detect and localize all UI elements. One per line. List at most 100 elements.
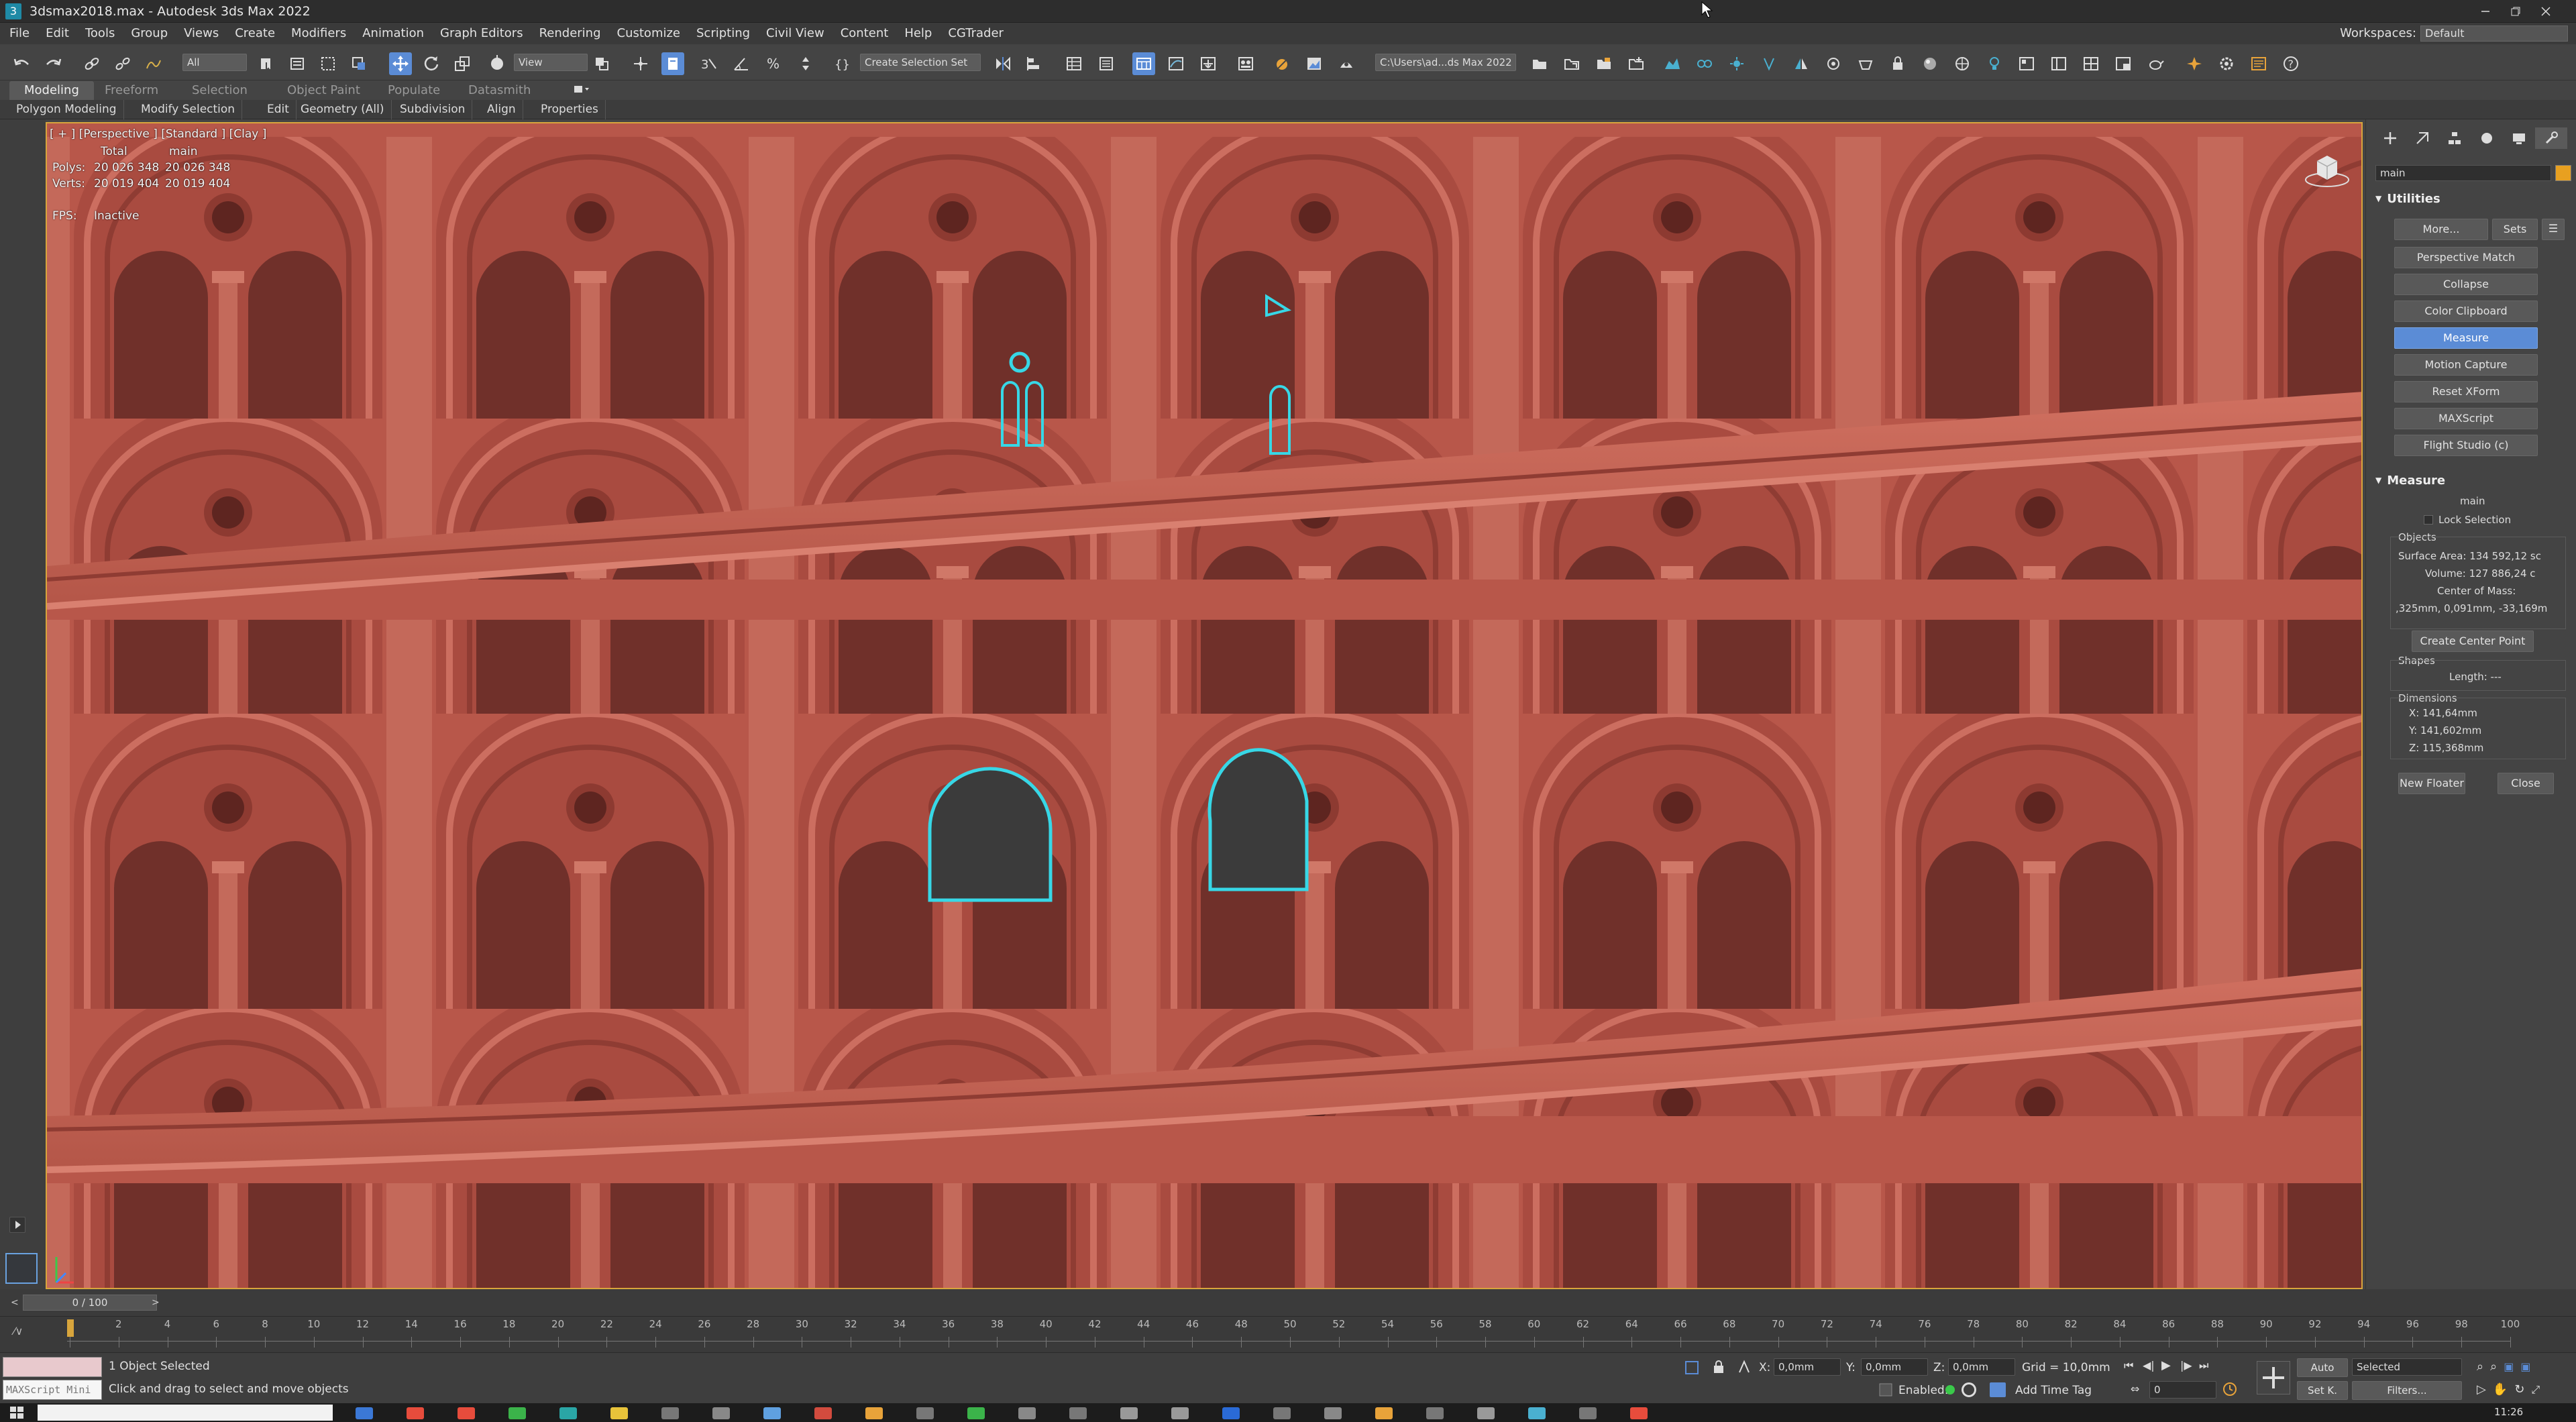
taskbar-app-icon[interactable] [1273,1407,1291,1419]
key-filters-button[interactable]: Filters... [2352,1381,2462,1400]
close-measure-button[interactable]: Close [2498,773,2554,794]
bulb-icon[interactable] [1854,52,1877,75]
window-crossing-icon[interactable] [347,52,370,75]
taskbar-search-box[interactable] [38,1405,333,1421]
orbit-icon[interactable]: ↻ [2514,1382,2524,1397]
redo-button[interactable] [42,52,64,75]
time-tag-icon[interactable] [1990,1382,2006,1397]
current-frame-marker[interactable] [67,1319,74,1337]
viewport-label[interactable]: [ + ] [Perspective ] [Standard ] [Clay ] [50,127,266,141]
ribbon-tab-populate[interactable]: Populate [373,81,455,100]
taskbar-app-icon[interactable] [610,1407,628,1419]
sphere-icon[interactable] [1919,52,1941,75]
time-slider-prev-icon[interactable]: < [11,1295,23,1311]
civil-view-icon[interactable] [1661,52,1684,75]
menu-animation[interactable]: Animation [354,23,432,44]
key-filter-dropdown[interactable]: Selected [2352,1358,2462,1376]
menu-content[interactable]: Content [833,23,897,44]
object-name-field[interactable]: main [2375,165,2551,181]
menu-customize[interactable]: Customize [609,23,688,44]
taskbar-app-icon[interactable] [661,1407,679,1419]
new-floater-button[interactable]: New Floater [2398,773,2465,794]
taskbar-app-icon[interactable] [508,1407,526,1419]
select-manipulate-icon[interactable] [629,52,652,75]
lights-icon[interactable] [1758,52,1780,75]
create-tab-icon[interactable] [2374,127,2406,149]
menu-edit[interactable]: Edit [38,23,77,44]
light-bulb-icon[interactable] [1983,52,2006,75]
menu-help[interactable]: Help [896,23,940,44]
window-frame-icon[interactable] [2015,52,2038,75]
x-coord-field[interactable]: 0,0mm [1774,1358,1841,1376]
more-button[interactable]: More... [2394,219,2488,240]
select-object-icon[interactable] [255,52,278,75]
y-coord-field[interactable]: 0,0mm [1861,1358,1928,1376]
curve-editor-icon[interactable] [1165,52,1187,75]
display-tab-icon[interactable] [2503,127,2535,149]
menu-group[interactable]: Group [123,23,176,44]
workspaces-selector[interactable]: Workspaces: Default [2332,23,2568,44]
toggle-ribbon-icon[interactable] [1132,52,1155,75]
motion-tab-icon[interactable] [2471,127,2503,149]
taskbar-app-icon[interactable] [1528,1407,1546,1419]
utility-reset-xform-button[interactable]: Reset XForm [2394,381,2538,402]
named-selection-dropdown[interactable]: Create Selection Set [860,54,981,71]
select-by-name-icon[interactable] [286,52,309,75]
create-center-point-button[interactable]: Create Center Point [2412,631,2534,652]
time-slider-thumb[interactable]: 0 / 100 [23,1295,157,1311]
menu-views[interactable]: Views [176,23,227,44]
ribbon-item-geometry-all-[interactable]: Geometry (All) [294,100,392,119]
viewport-layout-icon[interactable] [2112,52,2135,75]
track-bar[interactable]: ⁄∨ 0246810121416182022242628303234363840… [0,1316,2576,1352]
ribbon-tab-object-paint[interactable]: Object Paint [272,81,375,100]
taskbar-app-icon[interactable] [1426,1407,1444,1419]
taskbar-app-icon[interactable] [1324,1407,1342,1419]
ribbon-options-icon[interactable] [573,84,593,96]
utility-collapse-button[interactable]: Collapse [2394,274,2538,295]
zoom-extents-icon[interactable]: ▣ [2504,1360,2514,1373]
next-frame-icon[interactable]: |▶ [2180,1359,2199,1372]
sets-button[interactable]: Sets [2492,219,2538,240]
close-window-button[interactable] [2516,0,2576,23]
bind-spacewarp-icon[interactable] [142,52,165,75]
taskbar-app-icon[interactable] [1222,1407,1240,1419]
enabled-indicator[interactable] [1945,1385,1955,1394]
taskbar-app-icon[interactable] [1171,1407,1189,1419]
help-icon[interactable]: ? [2279,52,2302,75]
taskbar-app-icon[interactable] [1579,1407,1597,1419]
play-icon[interactable]: ▶ [2161,1358,2180,1372]
utility-maxscript-button[interactable]: MAXScript [2394,408,2538,429]
map-icon[interactable] [1951,52,1974,75]
menu-create[interactable]: Create [227,23,283,44]
pan-icon[interactable]: ✋ [2493,1382,2508,1397]
unlink-icon[interactable] [111,52,134,75]
ribbon-item-modify-selection[interactable]: Modify Selection [134,100,243,119]
material-editor-icon[interactable] [1234,52,1257,75]
snaps-toggle-icon[interactable]: 3 [698,52,720,75]
project-icon[interactable] [1593,52,1615,75]
taskbar-app-icon[interactable] [559,1407,577,1419]
lock-selection-checkbox[interactable]: Lock Selection [2424,514,2511,526]
ribbon-item-align[interactable]: Align [480,100,523,119]
keyboard-shortcut-override-icon[interactable] [661,52,684,75]
time-slider-next-icon[interactable]: > [152,1295,164,1311]
taskbar-app-icon[interactable] [356,1407,373,1419]
open-explorer-icon[interactable] [1560,52,1583,75]
pivot-center-icon[interactable] [590,52,613,75]
panel-icon[interactable] [2047,52,2070,75]
open-folder-icon[interactable] [1528,52,1551,75]
reference-coord-dropdown[interactable]: View [514,54,588,71]
taskbar-app-icon[interactable] [865,1407,883,1419]
percent-snap-icon[interactable]: % [762,52,785,75]
settings-icon[interactable] [2215,52,2238,75]
add-time-tag[interactable]: Add Time Tag [2015,1384,2092,1397]
taskbar-app-icon[interactable] [458,1407,475,1419]
taskbar-app-icon[interactable] [712,1407,730,1419]
prev-frame-icon[interactable]: ◀| [2143,1359,2161,1372]
ribbon-tab-selection[interactable]: Selection [177,81,262,100]
particle-icon[interactable] [1725,52,1748,75]
align-icon[interactable] [1024,52,1046,75]
mirror-light-icon[interactable] [1790,52,1813,75]
zoom-all-icon[interactable]: ⌕ [2490,1360,2497,1374]
menu-scripting[interactable]: Scripting [688,23,758,44]
